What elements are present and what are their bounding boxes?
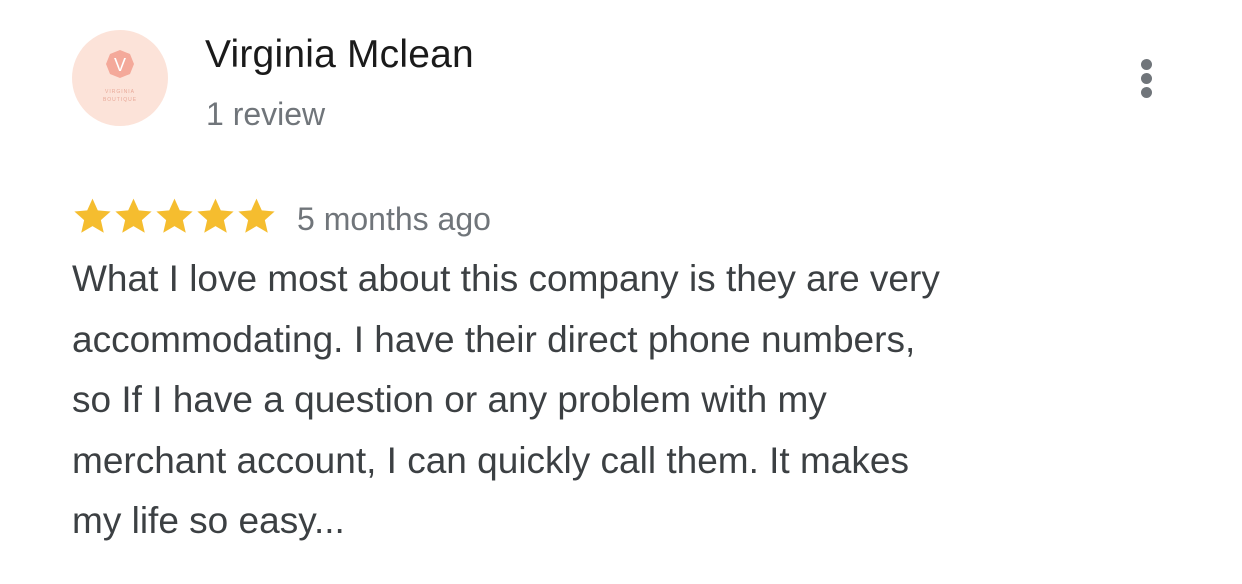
star-icon: [74, 198, 111, 233]
svg-text:BOUTIQUE: BOUTIQUE: [103, 97, 137, 103]
reviewer-avatar[interactable]: V VIRGINIA BOUTIQUE: [72, 30, 168, 126]
reviewer-name[interactable]: Virginia Mclean: [205, 30, 474, 80]
svg-text:V: V: [114, 55, 126, 75]
boutique-logo-icon: V VIRGINIA BOUTIQUE: [103, 50, 137, 103]
review-card: V VIRGINIA BOUTIQUE Virginia Mclean 1 re…: [0, 0, 1242, 584]
more-options-button[interactable]: [1124, 52, 1168, 104]
review-text-line: accommodating. I have their direct phone…: [72, 318, 916, 360]
more-vert-icon-dot: [1141, 73, 1152, 84]
star-icon: [238, 198, 275, 233]
review-text-line: merchant account, I can quickly call the…: [72, 439, 909, 481]
review-text-line: my life so easy...: [72, 500, 345, 541]
review-text: What I love most about this company is t…: [72, 249, 1092, 552]
star-icon: [115, 198, 152, 233]
star-icon: [197, 198, 234, 233]
review-timestamp: 5 months ago: [297, 201, 491, 237]
review-text-line: so If I have a question or any problem w…: [72, 379, 827, 420]
review-text-line: What I love most about this company is t…: [72, 258, 940, 299]
svg-text:VIRGINIA: VIRGINIA: [105, 89, 135, 95]
star-icon: [156, 198, 193, 233]
more-vert-icon: [1141, 59, 1152, 70]
reviewer-review-count[interactable]: 1 review: [206, 92, 325, 136]
more-vert-icon-dot: [1141, 87, 1152, 98]
star-rating: [72, 195, 277, 237]
